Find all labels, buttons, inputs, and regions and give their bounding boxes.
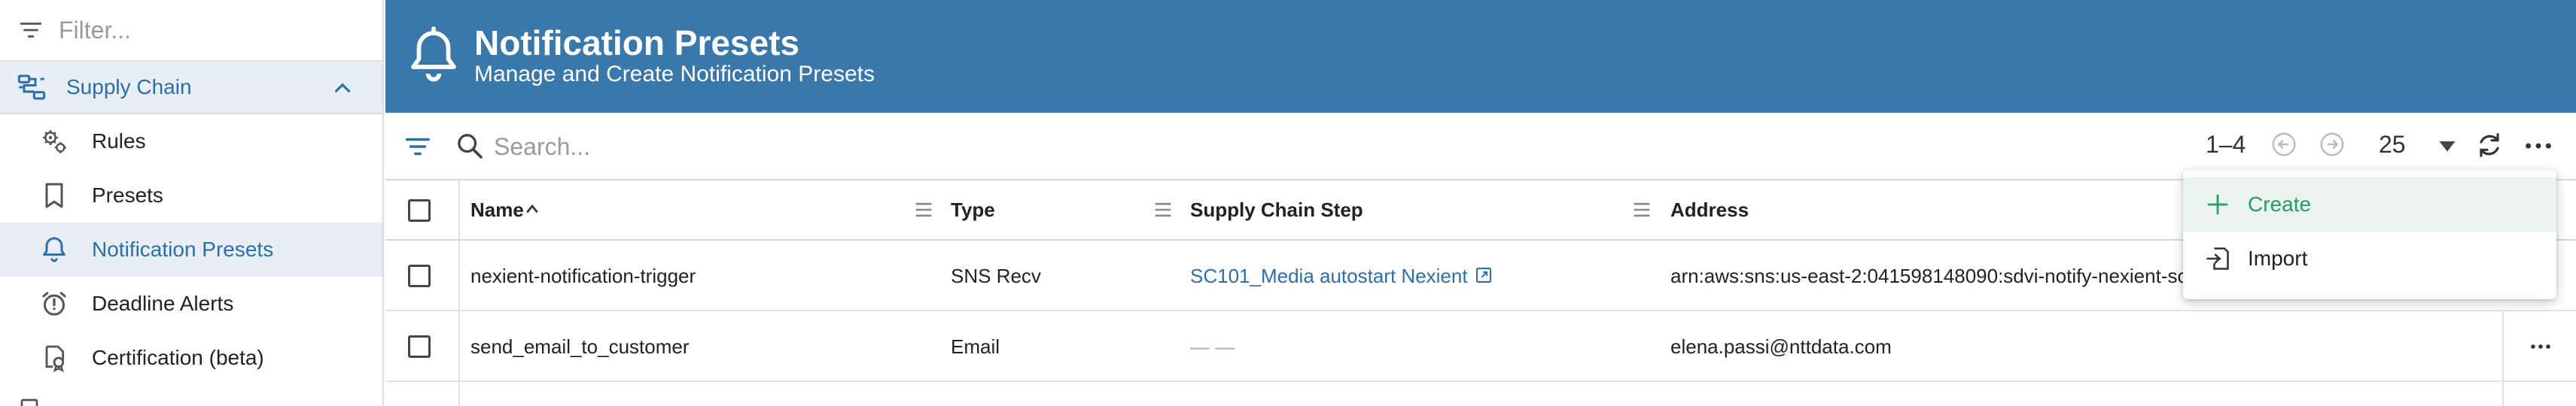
page-size-select[interactable]: 25 [2379,131,2406,159]
menu-item-label: Import [2248,247,2308,270]
column-divider [458,241,460,310]
column-header-type[interactable]: Type [951,198,995,222]
bell-icon [411,26,456,82]
column-divider [2502,311,2504,380]
column-menu-icon[interactable] [1632,201,1652,218]
sidebar-group-supply-chain[interactable]: Supply Chain [0,62,382,114]
cell-address: arn:aws:sns:us-east-2:041598148090:sdvi-… [1670,265,2188,287]
menu-item-import[interactable]: Import [2183,232,2556,286]
toolbar-actions-menu: Create Import [2183,170,2556,299]
more-options-icon[interactable] [2523,135,2553,156]
column-menu-icon[interactable] [1153,201,1173,218]
sidebar-filter-placeholder: Filter... [59,16,132,44]
sidebar-item-label: Presets [92,183,163,207]
bookmark-icon [45,183,63,208]
sidebar-item-label: Deadline Alerts [92,292,234,315]
cell-name: nexient-notification-trigger [470,265,696,287]
column-header-address[interactable]: Address [1670,198,1749,222]
column-divider [458,180,460,239]
page-subtitle: Manage and Create Notification Presets [474,62,875,86]
workflow-icon [17,74,46,100]
cell-name: send_email_to_customer [470,335,690,358]
row-actions-icon[interactable] [2529,341,2552,352]
column-divider [2502,382,2504,406]
filter-icon[interactable] [403,132,432,161]
row-checkbox[interactable] [408,265,431,287]
gears-icon [43,130,66,153]
bell-icon [43,237,65,262]
column-menu-icon[interactable] [914,201,933,218]
next-page-icon[interactable] [2319,131,2346,158]
sidebar: Filter... Supply Chain Rules Presets Not… [0,0,384,406]
plus-icon [2207,194,2228,215]
cell-supply-chain-step: — — [1190,335,1235,358]
sidebar-group-label: Supply Chain [66,75,192,98]
external-link-icon[interactable] [1475,267,1492,283]
column-header-supply-chain-step[interactable]: Supply Chain Step [1190,198,1363,222]
import-icon [2206,247,2229,270]
caret-down-icon[interactable] [2436,137,2459,155]
supply-chain-step-link[interactable]: SC101_Media autostart Nexient [1190,265,1468,288]
sidebar-item-label: Certification (beta) [92,346,264,369]
sidebar-item-label: Notification Presets [92,238,274,261]
sidebar-filter[interactable]: Filter... [0,0,382,62]
sidebar-item-certification[interactable]: Certification (beta) [0,331,382,385]
refresh-icon[interactable] [2475,131,2504,159]
page-header: Notification Presets Manage and Create N… [385,0,2576,113]
pagination-range: 1–4 [2206,131,2246,158]
column-header-name[interactable]: Name [470,198,524,222]
sidebar-item-deadline-alerts[interactable]: Deadline Alerts [0,277,382,331]
column-divider [458,382,460,406]
cell-type: Email [951,335,1000,358]
table-row [385,382,2576,406]
sort-ascending-icon[interactable] [525,201,539,215]
page-title: Notification Presets [474,23,799,62]
sidebar-item-label: Rules [92,129,146,153]
table-row[interactable]: send_email_to_customer Email — — elena.p… [385,311,2576,382]
alarm-clock-icon [42,292,66,316]
menu-item-label: Create [2248,192,2312,216]
cell-address: elena.passi@nttdata.com [1670,335,1892,358]
certificate-icon [45,345,65,373]
row-checkbox[interactable] [408,335,431,358]
sidebar-item-partial [0,385,382,406]
menu-item-create[interactable]: Create [2183,177,2556,232]
chevron-up-icon[interactable] [330,75,355,101]
select-all-checkbox[interactable] [408,199,431,222]
sidebar-item-presets[interactable]: Presets [0,168,382,223]
sidebar-item-rules[interactable]: Rules [0,114,382,168]
sidebar-item-notification-presets[interactable]: Notification Presets [0,223,382,277]
previous-page-icon[interactable] [2270,131,2297,158]
column-divider [458,311,460,380]
search-input[interactable] [494,128,1171,165]
search-icon [458,134,483,159]
partial-icon [20,398,38,406]
cell-type: SNS Recv [951,265,1041,287]
filter-icon [20,23,42,38]
